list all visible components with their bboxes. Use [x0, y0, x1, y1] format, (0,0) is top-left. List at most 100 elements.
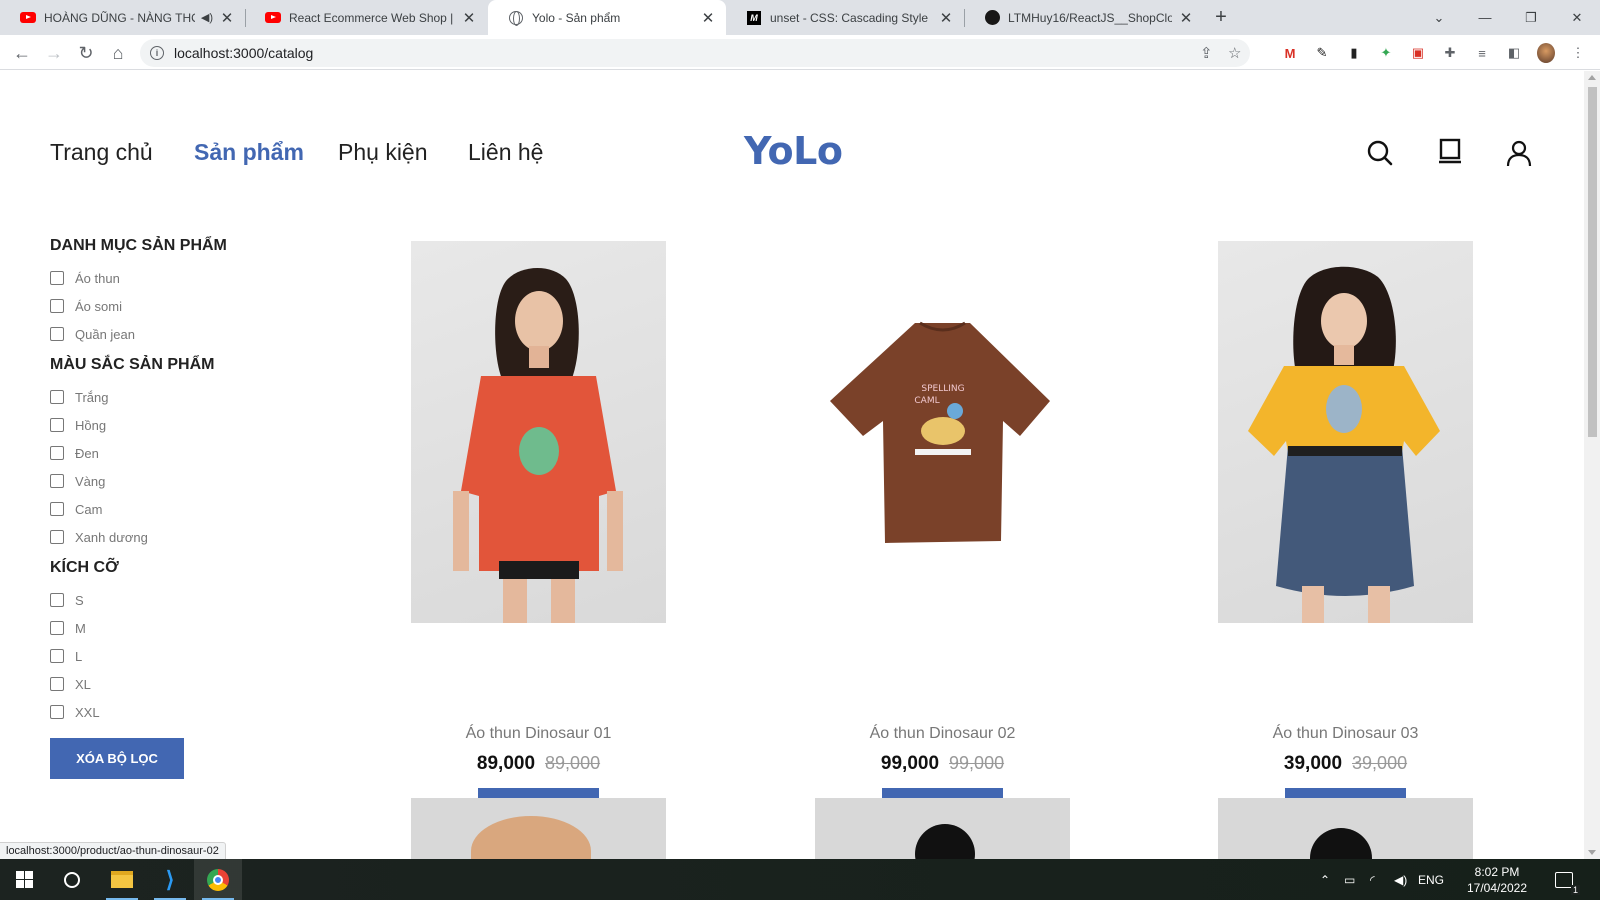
product-name[interactable]: Áo thun Dinosaur 02: [745, 725, 1140, 743]
product-card[interactable]: SPELLING CAML Áo thun Dinosaur 02 99,000…: [815, 241, 1070, 829]
close-window-icon[interactable]: ✕: [1554, 0, 1600, 35]
tab-close-icon[interactable]: ✕: [461, 9, 477, 27]
site-logo[interactable]: YoLo: [744, 129, 843, 173]
browser-tab[interactable]: LTMHuy16/ReactJS__ShopClothe ✕: [964, 0, 1204, 35]
product-image[interactable]: [1218, 241, 1473, 623]
product-image[interactable]: [411, 798, 666, 859]
filter-checkbox[interactable]: Hồng: [50, 417, 106, 433]
filter-checkbox[interactable]: M: [50, 620, 86, 636]
product-name[interactable]: Áo thun Dinosaur 03: [1148, 725, 1543, 743]
home-icon[interactable]: ⌂: [104, 39, 132, 67]
page-scrollbar[interactable]: [1584, 71, 1600, 859]
side-panel-icon[interactable]: ◧: [1505, 44, 1523, 62]
checkbox[interactable]: [50, 649, 64, 663]
checkbox[interactable]: [50, 474, 64, 488]
notification-icon[interactable]: 1: [1555, 859, 1580, 900]
product-image[interactable]: [815, 798, 1070, 859]
filter-checkbox[interactable]: Xanh dương: [50, 529, 148, 545]
nav-contact[interactable]: Liên hệ: [468, 139, 543, 166]
reload-icon[interactable]: ↻: [72, 39, 100, 67]
browser-tab[interactable]: HOÀNG DŨNG - NÀNG THƠ ◀) ✕: [0, 0, 245, 35]
tab-search-icon[interactable]: ⌄: [1416, 0, 1462, 35]
filter-checkbox[interactable]: S: [50, 592, 84, 608]
filter-checkbox[interactable]: L: [50, 648, 82, 664]
tab-title: unset - CSS: Cascading Style Shee: [770, 10, 932, 25]
tab-close-icon[interactable]: ✕: [219, 9, 235, 27]
product-image[interactable]: [411, 241, 666, 623]
profile-avatar[interactable]: [1537, 43, 1555, 63]
checkbox[interactable]: [50, 705, 64, 719]
checkbox[interactable]: [50, 502, 64, 516]
media-control-icon[interactable]: ≡: [1473, 44, 1491, 62]
tab-close-icon[interactable]: ✕: [938, 9, 954, 27]
share-icon[interactable]: ⇪: [1200, 39, 1213, 67]
filter-checkbox[interactable]: Áo somi: [50, 298, 122, 314]
bookmark-star-icon[interactable]: ☆: [1228, 39, 1241, 67]
nav-home[interactable]: Trang chủ: [50, 139, 153, 166]
checkbox[interactable]: [50, 446, 64, 460]
clear-filter-button[interactable]: XÓA BỘ LỌC: [50, 738, 184, 779]
browser-tab[interactable]: M unset - CSS: Cascading Style Shee ✕: [726, 0, 964, 35]
checkbox[interactable]: [50, 621, 64, 635]
user-icon[interactable]: [1505, 139, 1533, 167]
tab-close-icon[interactable]: ✕: [700, 9, 716, 27]
filter-checkbox[interactable]: Áo thun: [50, 270, 120, 286]
filter-checkbox[interactable]: Cam: [50, 501, 102, 517]
chrome-icon[interactable]: [194, 859, 242, 900]
pen-extension-icon[interactable]: ✎: [1313, 44, 1331, 62]
battery-icon[interactable]: ▭: [1344, 859, 1355, 900]
vscode-icon[interactable]: ⟩: [146, 859, 194, 900]
checkbox[interactable]: [50, 677, 64, 691]
browser-tab[interactable]: React Ecommerce Web Shop | Pa ✕: [245, 0, 487, 35]
clock[interactable]: 8:02 PM 17/04/2022: [1462, 859, 1532, 900]
checkbox[interactable]: [50, 418, 64, 432]
color-extension-icon[interactable]: ✦: [1377, 44, 1395, 62]
product-card[interactable]: Áo thun Dinosaur 03 39,00039,000 MUA NGA…: [1218, 241, 1473, 829]
filter-checkbox[interactable]: XXL: [50, 704, 100, 720]
checkbox[interactable]: [50, 327, 64, 341]
filter-checkbox[interactable]: XL: [50, 676, 91, 692]
checkbox[interactable]: [50, 530, 64, 544]
nav-products[interactable]: Sản phẩm: [194, 139, 304, 166]
browser-menu-icon[interactable]: ⋮: [1569, 44, 1587, 62]
product-old-price: 89,000: [545, 753, 601, 773]
product-card[interactable]: Áo thun Dinosaur 01 89,00089,000 MUA NGA…: [411, 241, 666, 829]
checkbox[interactable]: [50, 271, 64, 285]
checkbox[interactable]: [50, 390, 64, 404]
minimize-icon[interactable]: —: [1462, 0, 1508, 35]
filter-checkbox[interactable]: Trắng: [50, 389, 108, 405]
filter-checkbox[interactable]: Quần jean: [50, 326, 135, 342]
tray-overflow-icon[interactable]: ⌃: [1320, 859, 1330, 900]
site-info-icon[interactable]: i: [150, 46, 164, 60]
language-indicator[interactable]: ENG: [1418, 859, 1444, 900]
file-explorer-icon[interactable]: [98, 859, 146, 900]
nav-accessories[interactable]: Phụ kiện: [338, 139, 428, 166]
product-image[interactable]: SPELLING CAML: [815, 241, 1070, 623]
forward-icon[interactable]: →: [40, 39, 68, 67]
windows-start-icon[interactable]: [0, 859, 48, 900]
extension-icon[interactable]: ▮: [1345, 44, 1363, 62]
new-tab-icon[interactable]: +: [1210, 6, 1232, 28]
speaker-icon[interactable]: ◀): [201, 11, 213, 24]
bag-icon[interactable]: [1436, 137, 1464, 165]
browser-tab-active[interactable]: Yolo - Sản phẩm ✕: [488, 0, 726, 35]
gmail-extension-icon[interactable]: M: [1281, 44, 1299, 62]
tab-close-icon[interactable]: ✕: [1178, 9, 1194, 27]
checkbox[interactable]: [50, 593, 64, 607]
filter-checkbox[interactable]: Vàng: [50, 473, 105, 489]
product-image[interactable]: [1218, 798, 1473, 859]
back-icon[interactable]: ←: [8, 39, 36, 67]
filter-checkbox[interactable]: Đen: [50, 445, 99, 461]
search-icon[interactable]: [1366, 139, 1394, 167]
url-text: localhost:3000/catalog: [174, 45, 314, 61]
search-circle-icon[interactable]: [48, 859, 96, 900]
address-bar[interactable]: i localhost:3000/catalog ⇪ ☆: [140, 39, 1250, 67]
volume-icon[interactable]: ◀): [1394, 859, 1407, 900]
product-name[interactable]: Áo thun Dinosaur 01: [341, 725, 736, 743]
scrollbar-thumb[interactable]: [1588, 87, 1597, 437]
puzzle-icon[interactable]: ✚: [1441, 44, 1459, 62]
restore-icon[interactable]: ❐: [1508, 0, 1554, 35]
checkbox[interactable]: [50, 299, 64, 313]
red-extension-icon[interactable]: ▣: [1409, 44, 1427, 62]
wifi-icon[interactable]: ◜: [1370, 859, 1375, 900]
